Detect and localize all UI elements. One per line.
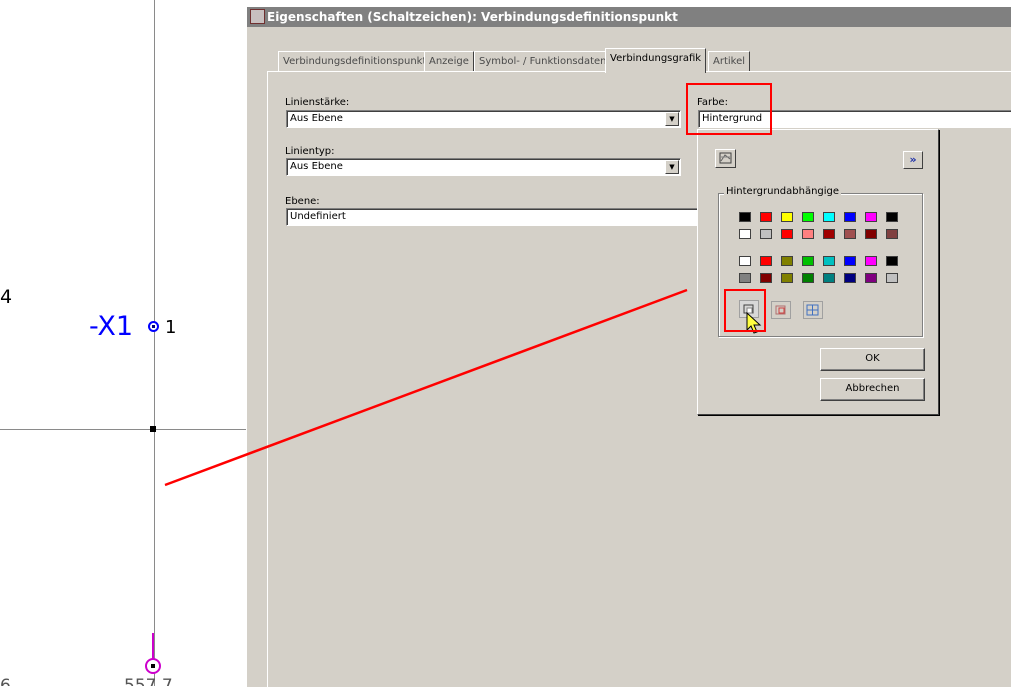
ok-button[interactable]: OK <box>820 348 925 371</box>
color-swatch[interactable] <box>739 273 751 283</box>
marker-stem <box>152 633 154 659</box>
tab-verbindungsdefinitionspunkt[interactable]: Verbindungsdefinitionspunkt <box>278 51 432 71</box>
tab-anzeige[interactable]: Anzeige <box>424 51 474 71</box>
color-swatch[interactable] <box>823 256 835 266</box>
cad-canvas[interactable]: 4 -X1 1 6 557.7 <box>0 0 246 686</box>
junction-dot-icon[interactable] <box>150 426 156 432</box>
color-swatch[interactable] <box>844 212 856 222</box>
ebene-select[interactable]: Undefiniert <box>286 208 716 226</box>
color-swatch[interactable] <box>739 229 751 239</box>
color-swatch[interactable] <box>844 229 856 239</box>
color-swatch[interactable] <box>802 229 814 239</box>
color-swatch[interactable] <box>739 256 751 266</box>
color-swatch[interactable] <box>781 256 793 266</box>
color-swatch[interactable] <box>802 273 814 283</box>
expand-icon[interactable]: » <box>903 151 923 169</box>
connection-point-marker-icon[interactable] <box>145 658 161 674</box>
chevron-down-icon[interactable]: ▼ <box>665 160 679 174</box>
color-palette-icon[interactable] <box>715 149 736 168</box>
group-label: Hintergrundabhängige <box>724 186 842 197</box>
color-swatch[interactable] <box>823 273 835 283</box>
color-swatch[interactable] <box>823 229 835 239</box>
cad-horizontal-line <box>0 429 246 430</box>
color-swatch[interactable] <box>886 256 898 266</box>
color-swatch[interactable] <box>886 229 898 239</box>
cad-vertical-line <box>154 0 155 686</box>
linienstaerke-select[interactable]: Aus Ebene ▼ <box>286 110 681 128</box>
cad-bottom-left-text: 6 <box>0 676 11 686</box>
cad-bottom-coordinate: 557.7 <box>124 676 173 686</box>
color-swatch[interactable] <box>760 273 772 283</box>
linientyp-value: Aus Ebene <box>290 161 343 172</box>
color-swatch[interactable] <box>781 273 793 283</box>
pin-number: 1 <box>165 317 177 338</box>
farbe-field[interactable]: Hintergrund <box>698 110 1011 128</box>
color-swatch[interactable] <box>802 212 814 222</box>
color-swatch[interactable] <box>865 212 877 222</box>
color-swatch[interactable] <box>844 256 856 266</box>
color-swatch[interactable] <box>781 229 793 239</box>
color-swatch[interactable] <box>760 256 772 266</box>
background-dependent-group: Hintergrundabhängige <box>718 186 923 337</box>
device-tag[interactable]: -X1 <box>89 311 133 342</box>
color-swatch[interactable] <box>886 273 898 283</box>
color-swatch[interactable] <box>865 273 877 283</box>
color-swatch[interactable] <box>844 273 856 283</box>
linienstaerke-value: Aus Ebene <box>290 113 343 124</box>
grid-mode-icon[interactable] <box>803 301 823 319</box>
background-mode-icon[interactable] <box>739 300 759 318</box>
dialog-titlebar[interactable]: Eigenschaften (Schaltzeichen): Verbindun… <box>247 7 1011 27</box>
app-icon <box>250 9 265 24</box>
cancel-button[interactable]: Abbrechen <box>820 378 925 401</box>
tab-verbindungsgrafik[interactable]: Verbindungsgrafik <box>605 48 707 73</box>
dialog-title: Eigenschaften (Schaltzeichen): Verbindun… <box>267 10 678 24</box>
farbe-label: Farbe: <box>697 97 728 108</box>
connection-point-icon[interactable] <box>148 321 159 332</box>
ebene-label: Ebene: <box>285 196 320 207</box>
layer-color-mode-icon[interactable] <box>771 301 791 319</box>
tab-artikel[interactable]: Artikel <box>708 51 751 71</box>
color-swatch[interactable] <box>739 212 751 222</box>
color-swatch[interactable] <box>865 256 877 266</box>
tab-symbol-funktionsdaten[interactable]: Symbol- / Funktionsdaten <box>474 51 612 71</box>
color-swatch[interactable] <box>781 212 793 222</box>
linienstaerke-label: Linienstärke: <box>285 97 350 108</box>
ebene-value: Undefiniert <box>290 211 346 222</box>
linientyp-select[interactable]: Aus Ebene ▼ <box>286 158 681 176</box>
linientyp-label: Linientyp: <box>285 146 335 157</box>
cad-label-left: 4 <box>0 286 13 308</box>
farbe-value: Hintergrund <box>702 113 763 124</box>
color-picker-popup: » Hintergrundabhängige OK Abbrechen <box>697 129 939 415</box>
color-swatch[interactable] <box>760 229 772 239</box>
color-swatch[interactable] <box>886 212 898 222</box>
color-swatch[interactable] <box>802 256 814 266</box>
color-swatch[interactable] <box>865 229 877 239</box>
chevron-down-icon[interactable]: ▼ <box>665 112 679 126</box>
color-swatch[interactable] <box>823 212 835 222</box>
color-swatch[interactable] <box>760 212 772 222</box>
